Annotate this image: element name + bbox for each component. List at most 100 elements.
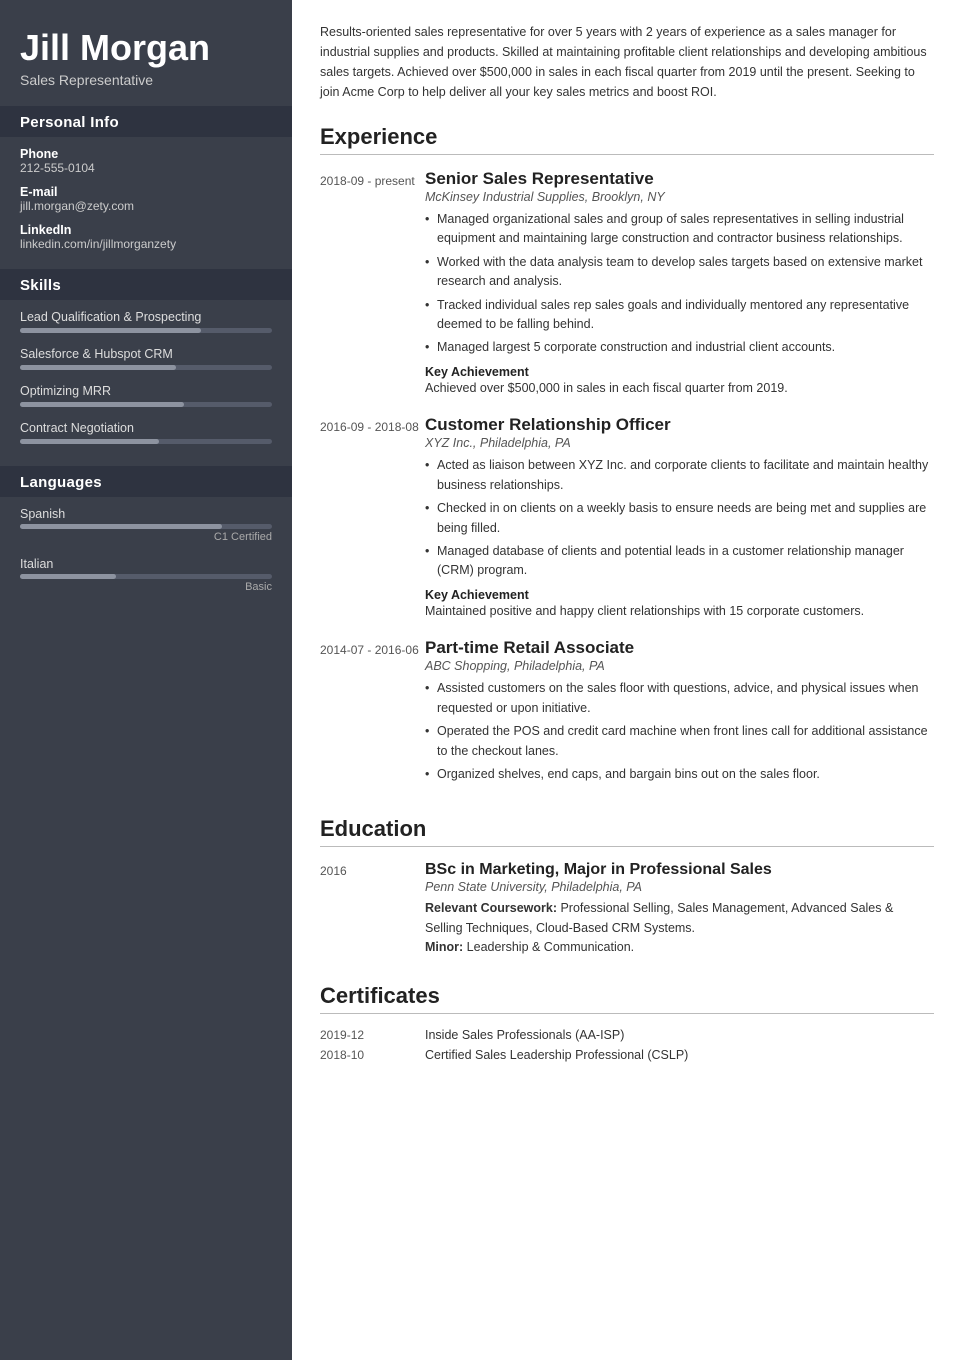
experience-section: Experience 2018-09 - present Senior Sale… [320,124,934,790]
bullet-0-1: Worked with the data analysis team to de… [425,253,934,292]
coursework-label: Relevant Coursework: [425,901,557,915]
exp-bullets-1: Acted as liaison between XYZ Inc. and co… [425,456,934,580]
languages-label: Languages [20,474,102,491]
bullet-1-1: Checked in on clients on a weekly basis … [425,499,934,538]
name-block: Jill Morgan Sales Representative [0,0,292,106]
exp-company-0: McKinsey Industrial Supplies, Brooklyn, … [425,190,934,204]
language-item-1: Italian Basic [20,557,272,593]
exp-role-1: Customer Relationship Officer [425,415,934,435]
skill-name-0: Lead Qualification & Prospecting [20,310,272,324]
cert-name-0: Inside Sales Professionals (AA-ISP) [425,1028,624,1042]
edu-entry-0: 2016 BSc in Marketing, Major in Professi… [320,861,934,957]
edu-body-0: BSc in Marketing, Major in Professional … [425,861,934,957]
bullet-0-3: Managed largest 5 corporate construction… [425,338,934,357]
lang-name-1: Italian [20,557,53,571]
education-title: Education [320,816,934,847]
skill-item-3: Contract Negotiation [20,421,272,444]
key-achievement-block-1: Key Achievement Maintained positive and … [425,587,934,621]
skill-item-0: Lead Qualification & Prospecting [20,310,272,333]
exp-body-1: Customer Relationship Officer XYZ Inc., … [425,415,934,620]
sidebar: Jill Morgan Sales Representative Persona… [0,0,292,1360]
phone-label: Phone [20,147,272,161]
lang-level-0: C1 Certified [20,531,272,543]
exp-date-2: 2014-07 - 2016-06 [320,638,425,790]
certificates-title: Certificates [320,983,934,1014]
minor-text: Leadership & Communication. [467,940,634,954]
exp-company-1: XYZ Inc., Philadelphia, PA [425,436,934,450]
edu-coursework: Relevant Coursework: Professional Sellin… [425,899,934,957]
minor-label: Minor: [425,940,463,954]
bullet-0-2: Tracked individual sales rep sales goals… [425,296,934,335]
cert-date-1: 2018-10 [320,1048,425,1062]
lang-bar-fill-1 [20,574,116,579]
personal-info-content: Phone 212-555-0104 E-mail jill.morgan@ze… [0,137,292,269]
lang-row-0: Spanish [20,507,272,521]
experience-title: Experience [320,124,934,155]
lang-row-1: Italian [20,557,272,571]
exp-date-1: 2016-09 - 2018-08 [320,415,425,620]
languages-header: Languages [0,466,292,497]
phone-value: 212-555-0104 [20,161,272,175]
email-value: jill.morgan@zety.com [20,199,272,213]
linkedin-info: LinkedIn linkedin.com/in/jillmorganzety [20,223,272,251]
cert-entry-0: 2019-12 Inside Sales Professionals (AA-I… [320,1028,934,1042]
edu-school-0: Penn State University, Philadelphia, PA [425,880,934,894]
personal-info-label: Personal Info [20,114,119,131]
cert-entry-1: 2018-10 Certified Sales Leadership Profe… [320,1048,934,1062]
cert-name-1: Certified Sales Leadership Professional … [425,1048,688,1062]
exp-bullets-0: Managed organizational sales and group o… [425,210,934,358]
exp-body-2: Part-time Retail Associate ABC Shopping,… [425,638,934,790]
lang-bar-bg-0 [20,524,272,529]
key-achievement-label-0: Key Achievement [425,365,529,379]
bullet-0-0: Managed organizational sales and group o… [425,210,934,249]
exp-role-2: Part-time Retail Associate [425,638,934,658]
candidate-name: Jill Morgan [20,28,272,68]
education-section: Education 2016 BSc in Marketing, Major i… [320,816,934,957]
skill-bar-fill-0 [20,328,201,333]
summary: Results-oriented sales representative fo… [320,22,934,102]
exp-date-0: 2018-09 - present [320,169,425,397]
edu-degree-0: BSc in Marketing, Major in Professional … [425,861,934,879]
exp-entry-1: 2016-09 - 2018-08 Customer Relationship … [320,415,934,620]
key-achievement-block-0: Key Achievement Achieved over $500,000 i… [425,364,934,398]
exp-body-0: Senior Sales Representative McKinsey Ind… [425,169,934,397]
lang-name-0: Spanish [20,507,65,521]
exp-entry-0: 2018-09 - present Senior Sales Represent… [320,169,934,397]
skill-bar-bg-2 [20,402,272,407]
email-label: E-mail [20,185,272,199]
skill-bar-fill-3 [20,439,159,444]
personal-info-header: Personal Info [0,106,292,137]
skill-name-3: Contract Negotiation [20,421,272,435]
edu-date-0: 2016 [320,861,425,957]
email-info: E-mail jill.morgan@zety.com [20,185,272,213]
skills-label: Skills [20,277,61,294]
lang-level-1: Basic [20,581,272,593]
skill-bar-fill-1 [20,365,176,370]
exp-bullets-2: Assisted customers on the sales floor wi… [425,679,934,784]
languages-content: Spanish C1 Certified Italian Basic [0,497,292,615]
skill-bar-fill-2 [20,402,184,407]
bullet-2-2: Organized shelves, end caps, and bargain… [425,765,934,784]
bullet-1-0: Acted as liaison between XYZ Inc. and co… [425,456,934,495]
skill-name-1: Salesforce & Hubspot CRM [20,347,272,361]
exp-role-0: Senior Sales Representative [425,169,934,189]
skill-name-2: Optimizing MRR [20,384,272,398]
exp-entry-2: 2014-07 - 2016-06 Part-time Retail Assoc… [320,638,934,790]
phone-info: Phone 212-555-0104 [20,147,272,175]
skill-bar-bg-0 [20,328,272,333]
key-achievement-label-1: Key Achievement [425,588,529,602]
language-item-0: Spanish C1 Certified [20,507,272,543]
linkedin-value: linkedin.com/in/jillmorganzety [20,237,272,251]
lang-bar-fill-0 [20,524,222,529]
skills-content: Lead Qualification & Prospecting Salesfo… [0,300,292,466]
candidate-title: Sales Representative [20,72,272,88]
skill-item-1: Salesforce & Hubspot CRM [20,347,272,370]
skill-bar-bg-1 [20,365,272,370]
linkedin-label: LinkedIn [20,223,272,237]
skill-bar-bg-3 [20,439,272,444]
bullet-2-1: Operated the POS and credit card machine… [425,722,934,761]
bullet-1-2: Managed database of clients and potentia… [425,542,934,581]
bullet-2-0: Assisted customers on the sales floor wi… [425,679,934,718]
key-achievement-text-0: Achieved over $500,000 in sales in each … [425,381,788,395]
skill-item-2: Optimizing MRR [20,384,272,407]
